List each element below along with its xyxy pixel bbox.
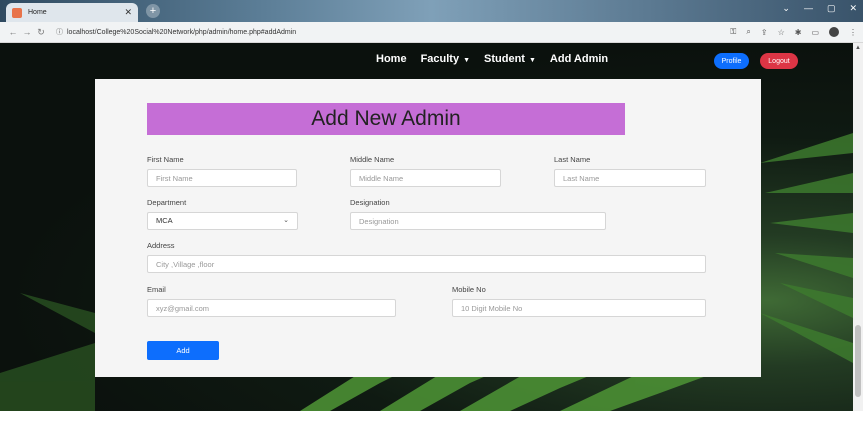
page-viewport: Home Faculty ▼ Student ▼ Add Admin Profile… [0,43,853,411]
browser-tab-bar: Home ✕ + ⌄ — ▢ ✕ [0,0,863,22]
address-label: Address [147,241,175,250]
nav-add-admin[interactable]: Add Admin [550,53,608,65]
add-button[interactable]: Add [147,341,219,360]
share-icon[interactable]: ⇪ [761,28,768,37]
menu-icon[interactable]: ⋮ [849,28,857,37]
email-input[interactable] [147,299,396,317]
nav-student[interactable]: Student ▼ [484,53,536,65]
zoom-icon[interactable]: ⌕ [746,27,750,37]
nav-student-label: Student [484,53,525,65]
department-select[interactable]: MCA ⌄ [147,212,298,230]
close-window-icon[interactable]: ✕ [849,3,857,14]
address-input[interactable] [147,255,706,273]
designation-label: Designation [350,198,390,207]
sidebar-icon[interactable]: ▭ [811,28,819,37]
department-label: Department [147,198,187,207]
profile-avatar-icon[interactable] [829,27,839,37]
department-value: MCA [156,216,173,225]
extensions-icon[interactable]: ✱ [795,28,802,37]
designation-input[interactable] [350,212,606,230]
browser-tab[interactable]: Home ✕ [6,3,138,22]
minimize-icon[interactable]: — [804,3,813,14]
chevron-down-icon: ⌄ [283,217,289,224]
favicon-icon [12,7,22,18]
logout-button[interactable]: Logout [760,53,798,69]
url-text: localhost/College%20Social%20Network/php… [67,28,297,36]
profile-button[interactable]: Profile [714,53,749,69]
email-label: Email [147,285,166,294]
page-scrollbar[interactable]: ▲ [853,43,863,411]
info-icon[interactable]: ⓘ [56,27,63,37]
back-icon[interactable]: ← [6,27,20,37]
mobile-input[interactable] [452,299,706,317]
nav-home[interactable]: Home [376,53,407,65]
first-name-label: First Name [147,155,184,164]
last-name-input[interactable] [554,169,706,187]
star-icon[interactable]: ☆ [778,28,785,37]
reload-icon[interactable]: ↻ [34,27,48,38]
scroll-up-icon[interactable]: ▲ [855,45,861,51]
top-navbar: Home Faculty ▼ Student ▼ Add Admin Profile… [0,43,853,77]
middle-name-label: Middle Name [350,155,395,164]
close-tab-icon[interactable]: ✕ [124,7,132,18]
key-icon[interactable]: ⚿ [730,27,736,37]
nav-faculty[interactable]: Faculty ▼ [421,53,470,65]
chevron-down-icon[interactable]: ⌄ [782,3,790,14]
scrollbar-thumb[interactable] [855,325,861,397]
forward-icon[interactable]: → [20,27,34,37]
form-title: Add New Admin [147,103,625,135]
url-field[interactable]: ⓘ localhost/College%20Social%20Network/p… [56,27,296,37]
first-name-input[interactable] [147,169,297,187]
middle-name-input[interactable] [350,169,501,187]
add-admin-card: Add New Admin First Name Middle Name Las… [95,79,761,377]
window-controls: ⌄ — ▢ ✕ [782,3,857,14]
last-name-label: Last Name [554,155,591,164]
nav-faculty-label: Faculty [420,53,460,65]
tab-title: Home [28,9,47,16]
new-tab-icon[interactable]: + [146,4,160,18]
address-bar: ← → ↻ ⓘ localhost/College%20Social%20Net… [0,22,863,43]
restore-icon[interactable]: ▢ [827,3,836,14]
caret-down-icon: ▼ [528,57,536,64]
caret-down-icon: ▼ [463,57,471,64]
mobile-label: Mobile No [452,285,486,294]
